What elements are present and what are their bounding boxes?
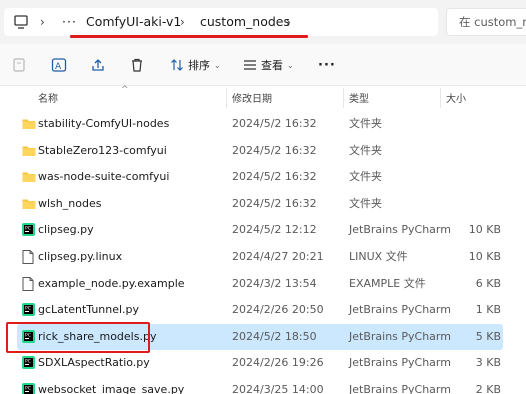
folder-icon xyxy=(22,117,36,130)
file-name: SDXLAspectRatio.py xyxy=(38,356,150,370)
view-button[interactable]: 查看 ⌄ xyxy=(243,54,294,76)
share-icon[interactable] xyxy=(90,54,106,76)
folder-icon xyxy=(22,197,36,210)
file-row[interactable]: PC SDXLAspectRatio.py 2024/2/26 19:26 JetBr… xyxy=(0,350,526,376)
pycharm-file-icon: PC xyxy=(22,383,35,394)
file-type: JetBrains PyCharm xyxy=(349,329,451,343)
folder-icon xyxy=(22,170,36,183)
delete-icon[interactable] xyxy=(130,54,144,76)
file-size: 10 KB xyxy=(468,250,501,263)
file-type: JetBrains PyCharm xyxy=(349,383,451,394)
file-date: 2024/5/2 16:32 xyxy=(232,170,317,184)
svg-text:PC: PC xyxy=(25,359,31,365)
search-input[interactable]: 在 custom_nodes 中搜索 xyxy=(446,8,526,36)
file-date: 2024/3/25 14:00 xyxy=(232,383,324,394)
file-row[interactable]: clipseg.py.linux 2024/4/27 20:21 LINUX 文件 1… xyxy=(0,244,526,270)
file-size: 6 KB xyxy=(475,276,501,290)
file-date: 2024/5/2 12:12 xyxy=(232,223,317,237)
file-name: clipseg.py.linux xyxy=(38,250,123,263)
sort-button[interactable]: 排序 ⌄ xyxy=(170,54,221,76)
file-size: 5 KB xyxy=(475,329,501,343)
file-row[interactable]: StableZero123-comfyui 2024/5/2 16:32 文件夹 xyxy=(0,138,526,164)
chevron-down-icon: ⌄ xyxy=(214,60,221,70)
file-row[interactable]: PC websocket_image_save.py 2024/3/25 14:00… xyxy=(0,377,526,394)
pycharm-file-icon: PC xyxy=(22,303,35,317)
pycharm-file-icon: PC xyxy=(22,223,35,237)
sort-icon xyxy=(171,59,183,71)
file-name: stability-ComfyUI-nodes xyxy=(38,117,170,130)
file-name: clipseg.py xyxy=(38,223,94,237)
document-icon xyxy=(22,276,35,291)
file-type: 文件夹 xyxy=(349,117,382,130)
annotation-underline xyxy=(70,35,308,38)
sort-ascending-icon: ^ xyxy=(121,85,129,95)
svg-text:PC: PC xyxy=(25,386,31,392)
file-date: 2024/2/26 19:26 xyxy=(232,356,324,370)
sort-label: 排序 xyxy=(188,59,210,72)
file-type: JetBrains PyCharm xyxy=(349,223,451,237)
file-date: 2024/5/2 16:32 xyxy=(232,196,317,210)
column-header-type[interactable]: 类型 xyxy=(349,90,369,106)
rename-icon[interactable]: A xyxy=(51,54,67,76)
column-divider[interactable] xyxy=(440,88,441,108)
view-label: 查看 xyxy=(261,59,283,72)
svg-text:PC: PC xyxy=(25,226,31,232)
svg-text:A: A xyxy=(55,62,62,72)
file-size: 2 KB xyxy=(475,383,501,394)
this-pc-icon[interactable] xyxy=(14,8,28,36)
file-date: 2024/5/2 16:32 xyxy=(232,143,317,157)
column-header-size[interactable]: 大小 xyxy=(446,90,466,106)
file-date: 2024/5/2 18:50 xyxy=(232,329,317,343)
pycharm-file-icon: PC xyxy=(22,356,35,370)
file-name: was-node-suite-comfyui xyxy=(38,170,170,184)
file-date: 2024/5/2 16:32 xyxy=(232,117,317,130)
command-bar: A 排序 ⌄ 查看 ⌄ ··· xyxy=(0,44,526,86)
chevron-right-icon[interactable]: › xyxy=(40,8,45,36)
file-row[interactable]: PC clipseg.py 2024/5/2 12:12 JetBrains PyCh… xyxy=(0,217,526,243)
breadcrumb-comfyui[interactable]: ComfyUI-aki-v1 xyxy=(86,8,181,36)
chevron-down-icon: ⌄ xyxy=(287,60,294,70)
file-name: gcLatentTunnel.py xyxy=(38,303,140,317)
column-divider[interactable] xyxy=(226,88,227,108)
file-type: 文件夹 xyxy=(349,143,382,157)
view-icon xyxy=(244,60,256,70)
file-row[interactable]: stability-ComfyUI-nodes 2024/5/2 16:32 文件夹 xyxy=(0,111,526,137)
file-row[interactable]: example_node.py.example 2024/3/2 13:54 EXA… xyxy=(0,271,526,297)
file-name: StableZero123-comfyui xyxy=(38,143,167,157)
column-header-date[interactable]: 修改日期 xyxy=(232,90,272,106)
file-type: 文件夹 xyxy=(349,196,382,210)
file-row[interactable]: was-node-suite-comfyui 2024/5/2 16:32 文件夹 xyxy=(0,164,526,190)
file-size: 10 KB xyxy=(468,223,501,237)
file-type: JetBrains PyCharm xyxy=(349,303,451,317)
breadcrumb-custom-nodes[interactable]: custom_nodes xyxy=(200,8,290,36)
file-type: JetBrains PyCharm xyxy=(349,356,451,370)
more-options-button[interactable]: ··· xyxy=(318,54,336,76)
file-date: 2024/3/2 13:54 xyxy=(232,276,317,290)
file-name: wlsh_nodes xyxy=(38,196,102,210)
chevron-right-icon[interactable]: › xyxy=(180,8,185,36)
file-type: 文件夹 xyxy=(349,170,382,184)
column-divider[interactable] xyxy=(343,88,344,108)
file-type: EXAMPLE 文件 xyxy=(349,276,426,290)
file-row[interactable]: wlsh_nodes 2024/5/2 16:32 文件夹 xyxy=(0,191,526,217)
file-type: LINUX 文件 xyxy=(349,250,408,263)
file-name: websocket_image_save.py xyxy=(38,383,185,394)
more-breadcrumbs-button[interactable]: ··· xyxy=(62,8,77,36)
cut-icon[interactable] xyxy=(12,54,26,76)
folder-icon xyxy=(22,144,36,157)
file-row[interactable]: PC gcLatentTunnel.py 2024/2/26 20:50 JetBra… xyxy=(0,297,526,323)
chevron-right-icon[interactable]: › xyxy=(286,8,291,36)
document-icon xyxy=(22,250,35,264)
svg-text:PC: PC xyxy=(25,306,31,312)
file-name: example_node.py.example xyxy=(38,276,185,290)
file-size: 3 KB xyxy=(475,356,501,370)
column-header-name[interactable]: 名称 xyxy=(38,90,58,106)
file-date: 2024/4/27 20:21 xyxy=(232,250,324,263)
annotation-highlight-box xyxy=(6,322,150,353)
file-date: 2024/2/26 20:50 xyxy=(232,303,324,317)
file-size: 1 KB xyxy=(475,303,501,317)
